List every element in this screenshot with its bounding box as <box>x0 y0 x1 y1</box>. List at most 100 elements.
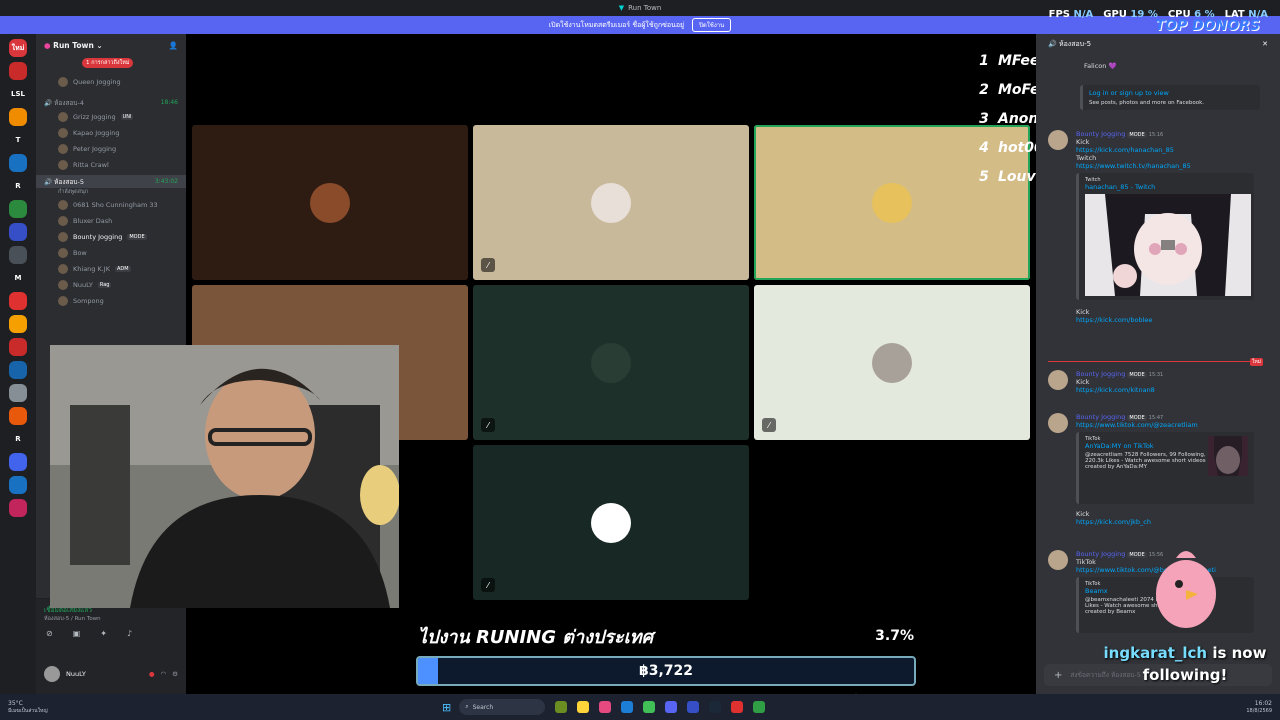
message-link[interactable]: https://kick.com/kitnan8 <box>1076 386 1268 394</box>
speaker-icon: 🔊 <box>44 98 53 107</box>
windows-start-icon[interactable]: ⊞ <box>442 701 451 714</box>
voice-user[interactable]: Peter Jogging <box>36 141 186 157</box>
system-clock[interactable]: 16:02 18/8/2569 <box>1246 700 1280 713</box>
donor-rank: 1 <box>979 52 989 69</box>
close-icon[interactable]: ✕ <box>1262 40 1268 48</box>
voice-user[interactable]: Ritta Crawl <box>36 157 186 173</box>
chat-channel-name: ห้องสอบ-5 <box>1058 39 1092 48</box>
server-icon[interactable]: LSL <box>9 85 27 103</box>
edge-icon[interactable] <box>621 701 634 713</box>
server-header[interactable]: ● Run Town ⌄ 👤 <box>36 34 186 56</box>
folder-icon[interactable] <box>577 701 590 713</box>
chrome-icon[interactable] <box>643 701 656 713</box>
server-icon[interactable] <box>9 200 27 218</box>
avatar <box>58 77 68 87</box>
voice-user[interactable]: Khiang K.JK ADM <box>36 261 186 277</box>
server-icon[interactable] <box>9 476 27 494</box>
server-icon[interactable] <box>9 292 27 310</box>
message-link[interactable]: https://www.tiktok.com/@zeacretliam <box>1076 421 1268 429</box>
voice-user[interactable]: Bluxer Dash <box>36 213 186 229</box>
voice-user[interactable]: 0681 Sho Cunningham 33 <box>36 197 186 213</box>
chat-message: Bounty Jogging MODE 15:16 Kick https://k… <box>1048 130 1268 324</box>
voice-user[interactable]: Bow <box>36 245 186 261</box>
soundboard-icon[interactable]: ♪ <box>127 629 132 638</box>
message-link[interactable]: https://kick.com/hanachan_85 <box>1076 146 1268 154</box>
weather-widget[interactable]: 35°C มีเมฆเป็นส่วนใหญ่ <box>0 700 80 713</box>
message-link[interactable]: https://www.twitch.tv/hanachan_85 <box>1076 162 1268 170</box>
server-icon[interactable] <box>9 338 27 356</box>
author-name[interactable]: Bounty Jogging <box>1076 550 1125 558</box>
participant-video-tile[interactable]: ⁄ <box>473 285 749 440</box>
author-name[interactable]: Bounty Jogging <box>1076 370 1125 378</box>
message-link[interactable]: https://kick.com/boblee <box>1076 316 1268 324</box>
participant-video-tile[interactable]: ⁄ <box>473 445 749 600</box>
server-icon[interactable]: M <box>9 269 27 287</box>
author-name[interactable]: Bounty Jogging <box>1076 413 1125 421</box>
camera-off-icon[interactable]: ⊘ <box>46 629 53 638</box>
voice-user[interactable]: Kapao Jogging <box>36 125 186 141</box>
app-icon: ▼ <box>618 4 625 12</box>
server-icon[interactable] <box>9 361 27 379</box>
embed-title-link[interactable]: hanachan_85 - Twitch <box>1085 183 1248 191</box>
avatar[interactable] <box>1048 413 1068 433</box>
avatar[interactable] <box>1048 550 1068 570</box>
facebook-login-link[interactable]: Log in or sign up to view <box>1089 89 1254 97</box>
app-icon[interactable] <box>687 701 700 713</box>
avatar <box>58 264 68 274</box>
voice-channel-room5[interactable]: 🔊 ห้องสอบ-5 3:43:02 <box>36 175 186 188</box>
taskbar-search[interactable]: ⌕ Search <box>459 699 546 715</box>
avatar[interactable] <box>1048 370 1068 390</box>
server-icon[interactable] <box>9 154 27 172</box>
new-mention-badge[interactable]: 1 การกล่าวถึงใหม่ <box>82 58 134 68</box>
steam-icon[interactable] <box>709 701 722 713</box>
server-list: ใหม่ LSL T R M R <box>0 34 36 694</box>
server-name: Run Town <box>53 40 94 50</box>
server-icon[interactable] <box>9 453 27 471</box>
add-attachment-icon[interactable]: + <box>1054 670 1062 681</box>
twitch-thumbnail[interactable] <box>1085 194 1251 296</box>
server-icon[interactable]: T <box>9 131 27 149</box>
server-icon[interactable]: R <box>9 430 27 448</box>
goal-title: ไปงาน RUNING ต่างประเทศ <box>418 627 654 648</box>
voice-channel-room4[interactable]: 🔊 ห้องสอบ-4 18:46 <box>36 96 186 109</box>
server-icon[interactable] <box>9 499 27 517</box>
server-icon: ● <box>44 40 51 50</box>
server-icon[interactable] <box>9 407 27 425</box>
app-icon[interactable] <box>753 701 766 713</box>
headphones-icon[interactable]: ◠ <box>161 670 167 678</box>
author-name[interactable]: Bounty Jogging <box>1076 130 1125 138</box>
add-member-icon[interactable]: 👤 <box>169 41 178 50</box>
server-icon[interactable] <box>9 246 27 264</box>
disable-streamer-mode-button[interactable]: ปิดใช้งาน <box>692 18 732 32</box>
server-icon[interactable] <box>9 62 27 80</box>
activities-icon[interactable]: ✦ <box>100 629 107 638</box>
avatar <box>58 296 68 306</box>
server-icon[interactable] <box>9 108 27 126</box>
mention-area: 1 การกล่าวถึงใหม่ <box>36 56 186 74</box>
server-icon[interactable]: ใหม่ <box>9 39 27 57</box>
app-icon[interactable] <box>731 701 744 713</box>
app-icon[interactable] <box>555 701 568 713</box>
screen: ▼ Run Town เปิดใช้งานโหมดสตรีมเมอร์ ชื่อ… <box>0 0 1280 720</box>
app-icon[interactable] <box>599 701 612 713</box>
voice-user[interactable]: NuuLY Rag <box>36 277 186 293</box>
participant-video-tile[interactable]: ⁄ <box>473 125 749 280</box>
gear-icon[interactable]: ⚙ <box>172 670 178 678</box>
voice-user[interactable]: Sompong <box>36 293 186 309</box>
voice-user[interactable]: Grizz Jogging UNI <box>36 109 186 125</box>
tiktok-thumbnail[interactable] <box>1208 436 1248 476</box>
voice-user[interactable]: Bounty Jogging MODE <box>36 229 186 245</box>
server-icon[interactable] <box>9 384 27 402</box>
screen-share-icon[interactable]: ▣ <box>73 629 81 638</box>
server-icon[interactable] <box>9 223 27 241</box>
avatar[interactable] <box>1048 130 1068 150</box>
server-icon[interactable] <box>9 315 27 333</box>
participant-video-tile[interactable] <box>192 125 468 280</box>
participant-video-tile[interactable]: ⁄ <box>754 285 1030 440</box>
server-icon[interactable]: R <box>9 177 27 195</box>
avatar[interactable] <box>44 666 60 682</box>
mic-muted-icon[interactable]: ● <box>149 670 155 678</box>
voice-user[interactable]: Queen Jogging <box>36 74 186 90</box>
discord-icon[interactable] <box>665 701 678 713</box>
message-link[interactable]: https://kick.com/jkb_ch <box>1076 518 1268 526</box>
